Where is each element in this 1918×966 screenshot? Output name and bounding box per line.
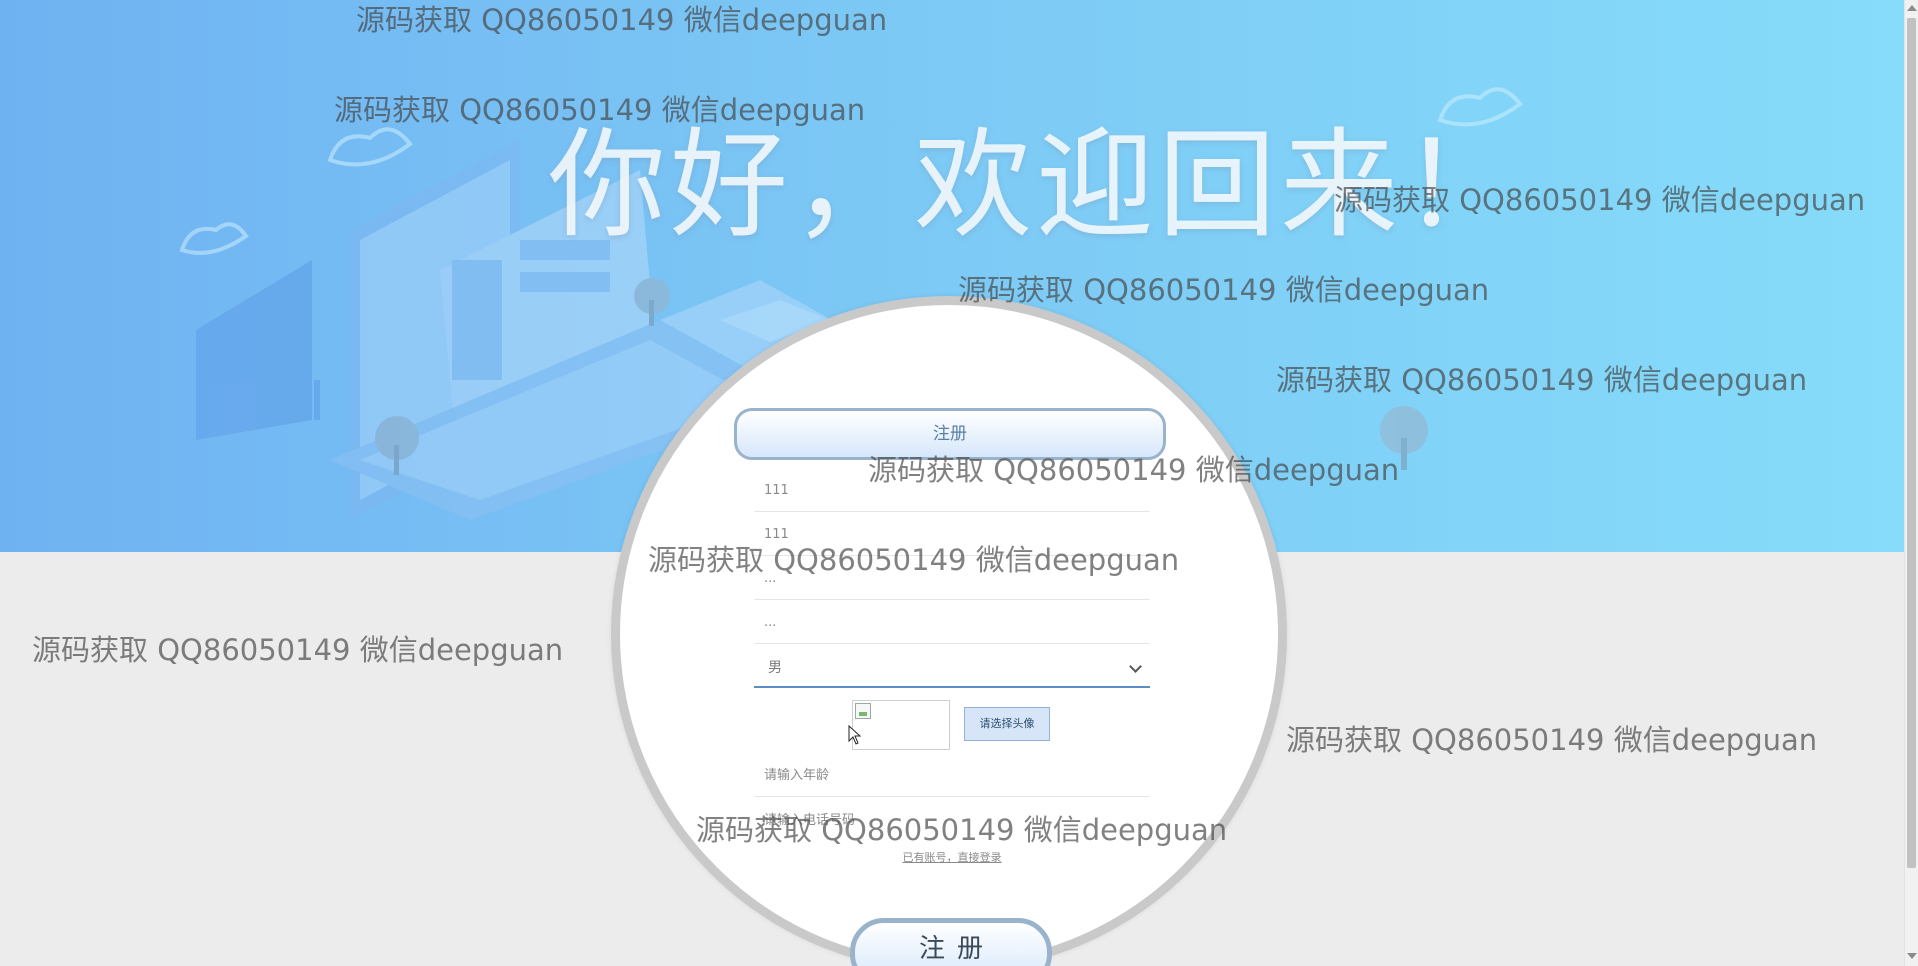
gender-selected-value: 男 <box>768 660 782 676</box>
watermark-text: 源码获取 QQ86050149 微信deepguan <box>958 273 1490 307</box>
age-input[interactable]: 请输入年龄 <box>754 755 1150 797</box>
scrollbar-thumb[interactable] <box>1907 18 1916 868</box>
mouse-cursor-icon <box>848 725 862 745</box>
watermark-text: 源码获取 QQ86050149 微信deepguan <box>1276 363 1808 397</box>
watermark-text: 源码获取 QQ86050149 微信deepguan <box>356 3 888 37</box>
chevron-down-icon <box>1129 660 1142 673</box>
register-submit-button[interactable]: 注册 <box>850 918 1052 966</box>
vertical-scrollbar[interactable] <box>1904 0 1918 966</box>
confirm-password-input[interactable]: ... <box>754 602 1150 644</box>
avatar-preview <box>852 700 950 750</box>
watermark-text: 源码获取 QQ86050149 微信deepguan <box>648 543 1180 577</box>
choose-avatar-button[interactable]: 请选择头像 <box>964 707 1050 741</box>
register-page: 你好，欢迎回来！ 注册 111 111 ... ... 男 请选择头像 请输入年… <box>0 0 1918 966</box>
watermark-text: 源码获取 QQ86050149 微信deepguan <box>1286 723 1818 757</box>
broken-image-icon <box>855 703 871 719</box>
watermark-text: 源码获取 QQ86050149 微信deepguan <box>696 813 1228 847</box>
login-link[interactable]: 已有账号，直接登录 <box>752 849 1152 865</box>
watermark-text: 源码获取 QQ86050149 微信deepguan <box>334 93 866 127</box>
gender-select[interactable]: 男 <box>754 650 1150 688</box>
watermark-text: 源码获取 QQ86050149 微信deepguan <box>32 633 564 667</box>
scroll-up-icon[interactable] <box>1907 5 1917 11</box>
watermark-text: 源码获取 QQ86050149 微信deepguan <box>1334 183 1866 217</box>
watermark-text: 源码获取 QQ86050149 微信deepguan <box>868 453 1400 487</box>
scroll-down-icon[interactable] <box>1907 953 1917 959</box>
